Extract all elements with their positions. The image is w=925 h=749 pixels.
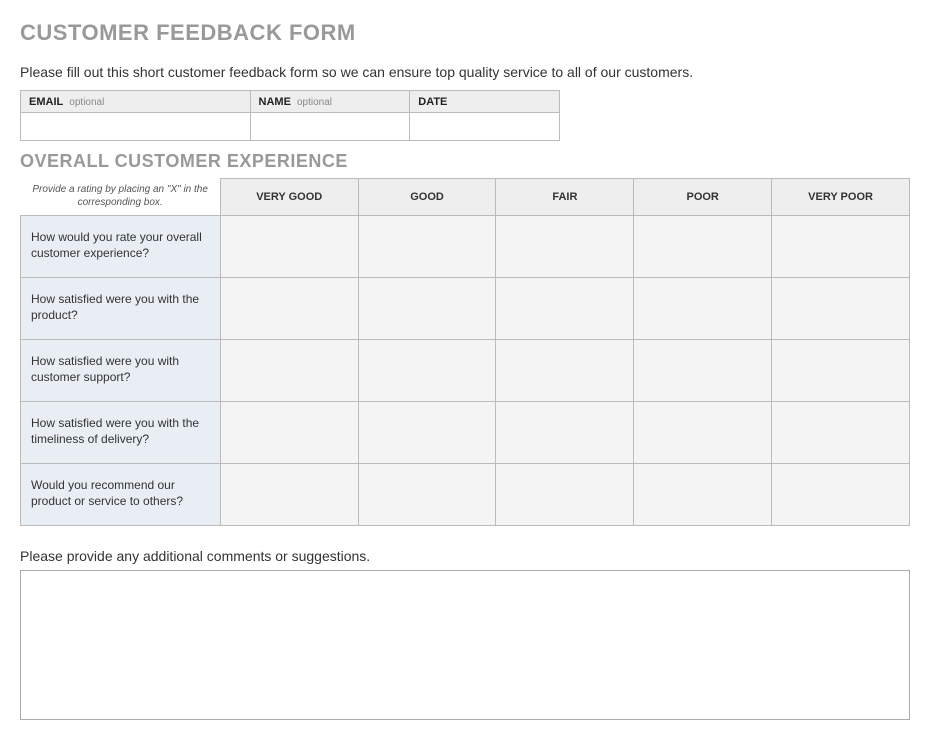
question-5: Would you recommend our product or servi… bbox=[21, 463, 221, 525]
q4-fair[interactable] bbox=[496, 401, 634, 463]
email-input-cell[interactable] bbox=[21, 113, 251, 141]
q1-very-good[interactable] bbox=[220, 215, 358, 277]
q1-poor[interactable] bbox=[634, 215, 772, 277]
q4-very-poor[interactable] bbox=[772, 401, 910, 463]
header-very-good: VERY GOOD bbox=[220, 179, 358, 216]
q4-poor[interactable] bbox=[634, 401, 772, 463]
q2-poor[interactable] bbox=[634, 277, 772, 339]
header-very-poor: VERY POOR bbox=[772, 179, 910, 216]
name-optional: optional bbox=[297, 97, 332, 108]
question-1: How would you rate your overall customer… bbox=[21, 215, 221, 277]
name-label: NAME bbox=[259, 96, 291, 108]
email-label: EMAIL bbox=[29, 96, 63, 108]
question-2: How satisfied were you with the product? bbox=[21, 277, 221, 339]
q5-good[interactable] bbox=[358, 463, 496, 525]
q2-very-poor[interactable] bbox=[772, 277, 910, 339]
q3-very-poor[interactable] bbox=[772, 339, 910, 401]
q1-very-poor[interactable] bbox=[772, 215, 910, 277]
q4-good[interactable] bbox=[358, 401, 496, 463]
header-fair: FAIR bbox=[496, 179, 634, 216]
q1-good[interactable] bbox=[358, 215, 496, 277]
q3-fair[interactable] bbox=[496, 339, 634, 401]
comments-label: Please provide any additional comments o… bbox=[20, 548, 905, 564]
q3-very-good[interactable] bbox=[220, 339, 358, 401]
name-header: NAME optional bbox=[250, 91, 410, 113]
q3-good[interactable] bbox=[358, 339, 496, 401]
date-label: DATE bbox=[418, 96, 447, 108]
rating-table: Provide a rating by placing an "X" in th… bbox=[20, 178, 910, 526]
email-header: EMAIL optional bbox=[21, 91, 251, 113]
question-3: How satisfied were you with customer sup… bbox=[21, 339, 221, 401]
date-input-cell[interactable] bbox=[410, 113, 560, 141]
date-header: DATE bbox=[410, 91, 560, 113]
section-title: OVERALL CUSTOMER EXPERIENCE bbox=[20, 151, 905, 172]
info-table: EMAIL optional NAME optional DATE bbox=[20, 90, 560, 141]
name-input-cell[interactable] bbox=[250, 113, 410, 141]
q2-good[interactable] bbox=[358, 277, 496, 339]
question-4: How satisfied were you with the timeline… bbox=[21, 401, 221, 463]
q5-poor[interactable] bbox=[634, 463, 772, 525]
q3-poor[interactable] bbox=[634, 339, 772, 401]
q5-fair[interactable] bbox=[496, 463, 634, 525]
form-title: CUSTOMER FEEDBACK FORM bbox=[20, 20, 905, 46]
q5-very-poor[interactable] bbox=[772, 463, 910, 525]
q4-very-good[interactable] bbox=[220, 401, 358, 463]
header-good: GOOD bbox=[358, 179, 496, 216]
comments-box[interactable] bbox=[20, 570, 910, 720]
q2-very-good[interactable] bbox=[220, 277, 358, 339]
q5-very-good[interactable] bbox=[220, 463, 358, 525]
q1-fair[interactable] bbox=[496, 215, 634, 277]
rating-instruction: Provide a rating by placing an "X" in th… bbox=[21, 179, 221, 216]
q2-fair[interactable] bbox=[496, 277, 634, 339]
form-intro: Please fill out this short customer feed… bbox=[20, 64, 905, 80]
email-optional: optional bbox=[69, 97, 104, 108]
header-poor: POOR bbox=[634, 179, 772, 216]
